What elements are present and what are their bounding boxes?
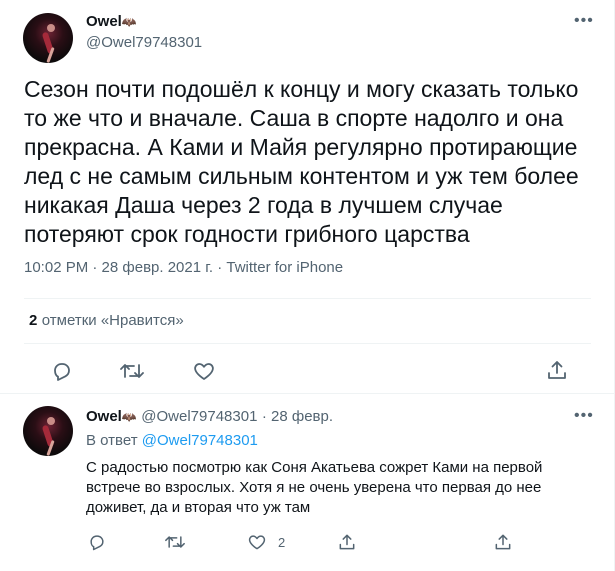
avatar[interactable]: [23, 406, 73, 456]
reply-date[interactable]: · 28 февр.: [262, 408, 333, 425]
likes-label: отметки «Нравится»: [41, 312, 184, 329]
bat-icon: 🦇: [121, 410, 137, 424]
reply-text-line: доживет, да и вторая что уж там: [86, 499, 311, 516]
reply-text: С радостью посмотрю как Соня Акатьева со…: [86, 458, 596, 518]
retweet-icon[interactable]: [119, 359, 145, 383]
heart-icon[interactable]: [247, 532, 267, 552]
divider: [24, 298, 591, 299]
tweet-timestamp[interactable]: 10:02 PM · 28 февр. 2021 г. · Twitter fo…: [24, 259, 343, 276]
tweet-text-line: то же что и вначале. Саша в спорте надол…: [24, 105, 564, 131]
share-icon[interactable]: [337, 532, 357, 552]
likes-summary[interactable]: 2 отметки «Нравится»: [29, 312, 184, 330]
tweet-text-line: Сезон почти подошёл к концу и могу сказа…: [24, 76, 579, 102]
tweet-text-line: никакая Даша через 2 года в лучшем случа…: [24, 192, 503, 218]
share-icon[interactable]: [545, 358, 569, 382]
tweet-text-line: потеряют срок годности грибного царства: [24, 221, 470, 247]
tweet-text: Сезон почти подошёл к концу и могу сказа…: [24, 75, 604, 249]
reply-author-name[interactable]: Owel: [86, 408, 122, 425]
reply-to-handle[interactable]: @Owel79748301: [142, 432, 258, 449]
avatar[interactable]: [23, 13, 73, 63]
reply-text-line: встрече во взрослых. Хотя я не очень уве…: [86, 479, 542, 496]
share-icon[interactable]: [493, 532, 513, 552]
more-icon[interactable]: •••: [574, 12, 594, 30]
author-handle[interactable]: @Owel79748301: [86, 34, 202, 51]
divider: [0, 393, 615, 394]
tweet-text-line: прекрасна. А Ками и Майя регулярно проти…: [24, 134, 578, 160]
reply-icon[interactable]: [50, 359, 74, 383]
author-name-row: Owel🦇: [86, 13, 137, 31]
like-count: 2: [278, 535, 286, 550]
reply-icon[interactable]: [87, 532, 107, 552]
reply-author-handle[interactable]: @Owel79748301: [141, 408, 257, 425]
heart-icon[interactable]: [192, 359, 216, 383]
divider: [24, 343, 591, 344]
bat-icon: 🦇: [121, 15, 137, 29]
more-icon[interactable]: •••: [574, 407, 594, 425]
tweet-text-line: лед с не самым сильным контентом и уж те…: [24, 163, 579, 189]
retweet-icon[interactable]: [164, 532, 186, 552]
reply-to-line: В ответ @Owel79748301: [86, 432, 258, 449]
likes-count: 2: [29, 312, 38, 329]
reply-text-line: С радостью посмотрю как Соня Акатьева со…: [86, 459, 543, 476]
reply-to-label: В ответ: [86, 432, 138, 449]
author-name[interactable]: Owel: [86, 13, 122, 30]
reply-header: Owel🦇 @Owel79748301 · 28 февр.: [86, 408, 333, 426]
